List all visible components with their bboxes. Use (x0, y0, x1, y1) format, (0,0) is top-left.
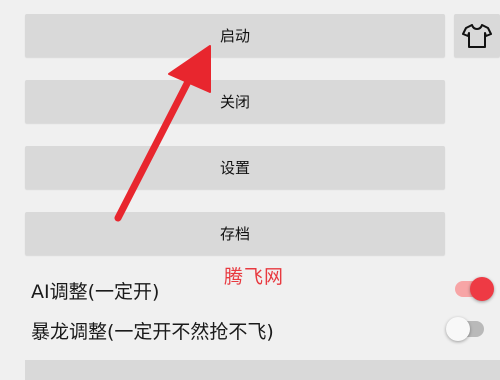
save-button[interactable]: 存档 (25, 212, 445, 255)
close-button[interactable]: 关闭 (25, 80, 445, 123)
start-button[interactable]: 启动 (25, 14, 445, 57)
skin-button[interactable] (454, 14, 500, 57)
toggle-knob (470, 277, 494, 301)
bottom-button[interactable] (25, 360, 500, 380)
tshirt-icon (462, 23, 492, 48)
watermark: 腾飞网 (224, 266, 285, 288)
save-button-label: 存档 (219, 225, 250, 243)
ai-adjust-toggle[interactable] (455, 277, 494, 301)
close-button-label: 关闭 (219, 93, 250, 111)
toggle-knob (446, 317, 470, 341)
tyrannosaur-adjust-label: 暴龙调整(一定开不然抢不飞) (31, 321, 274, 343)
ai-adjust-label: AI调整(一定开) (31, 281, 160, 303)
tyrannosaur-adjust-toggle[interactable] (446, 317, 484, 341)
settings-button-label: 设置 (219, 159, 250, 177)
settings-button[interactable]: 设置 (25, 146, 445, 189)
start-button-label: 启动 (219, 27, 250, 45)
